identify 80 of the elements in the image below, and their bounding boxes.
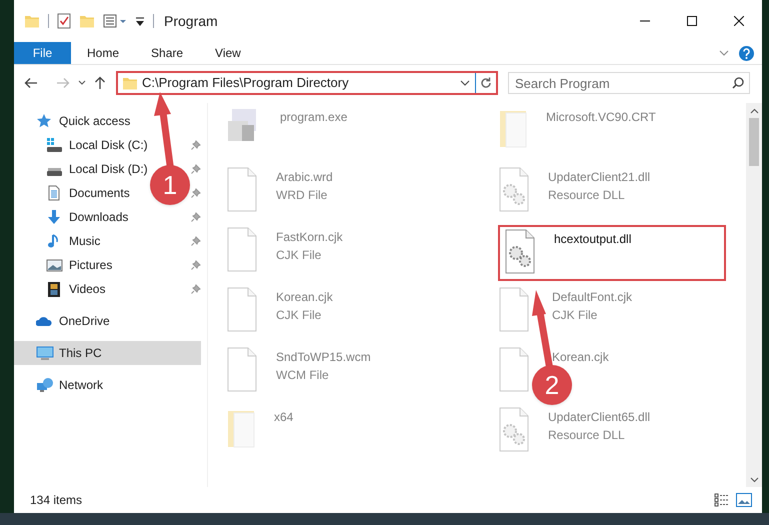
file-name[interactable]: hcextoutput.dll [554, 230, 632, 248]
network-icon [36, 377, 54, 393]
sidebar-item[interactable]: Downloads [14, 205, 128, 229]
file-name[interactable]: Microsoft.VC90.CRT [546, 108, 656, 126]
sidebar-item[interactable]: Documents [14, 181, 130, 205]
close-icon [734, 16, 744, 26]
ribbon-tab[interactable]: Home [71, 42, 136, 64]
file-item[interactable]: hcextoutput.dll [498, 225, 726, 281]
sidebar-item[interactable]: Music [14, 229, 100, 253]
ribbon-tab[interactable]: Share [135, 42, 200, 64]
file-name[interactable]: program.exe [280, 108, 348, 126]
file-name[interactable]: Arabic.wrd [276, 168, 333, 186]
chevron-down-icon[interactable] [460, 80, 470, 86]
gear-file-icon [498, 407, 530, 452]
expand-ribbon-icon[interactable] [719, 49, 729, 57]
properties-icon[interactable] [57, 13, 71, 29]
file-type: CJK File [552, 307, 598, 324]
pin-icon[interactable] [191, 188, 201, 198]
drive-icon [46, 137, 64, 153]
scroll-up-icon[interactable] [750, 108, 758, 114]
sidebar-item[interactable]: This PC [14, 341, 201, 365]
view-icon[interactable] [103, 13, 127, 29]
file-icon [226, 287, 258, 332]
sidebar-item[interactable]: Local Disk (D:) [14, 157, 148, 181]
recent-dropdown-icon[interactable] [78, 80, 86, 86]
details-view-icon[interactable] [714, 493, 730, 507]
large-icons-view-icon[interactable] [736, 493, 752, 507]
pin-icon[interactable] [191, 212, 201, 222]
drive-icon [47, 168, 63, 176]
pin-icon[interactable] [191, 236, 201, 246]
file-name[interactable]: SndToWP15.wcm [276, 348, 371, 366]
refresh-icon [480, 76, 492, 88]
file-type: Resource DLL [548, 187, 626, 204]
pin-icon[interactable] [191, 140, 201, 150]
search-icon[interactable] [732, 76, 744, 88]
file-icon [498, 287, 530, 332]
up-arrow-icon[interactable] [94, 76, 106, 90]
pin-icon[interactable] [191, 260, 201, 270]
gear-file-icon [504, 229, 536, 274]
file-icon [226, 167, 258, 212]
file-name[interactable]: Korean.cjk [276, 288, 333, 306]
file-type: Resource DLL [548, 427, 626, 444]
file-icon [226, 347, 258, 392]
file-name[interactable]: DefaultFont.cjk [552, 288, 632, 306]
ribbon-tab[interactable]: File [14, 42, 71, 64]
computer-icon [36, 345, 54, 361]
file-name[interactable]: FastKorn.cjk [276, 228, 343, 246]
address-path: C:\Program Files\Program Directory [142, 74, 350, 92]
file-name[interactable]: UpdaterClient65.dll [548, 408, 650, 426]
gear-file-icon [498, 167, 530, 212]
ribbon-tab[interactable]: View [199, 42, 257, 64]
file-type: WRD File [276, 187, 328, 204]
file-icon [226, 227, 258, 272]
file-type: CJK File [276, 307, 322, 324]
sidebar-item[interactable]: Pictures [14, 253, 112, 277]
scrollbar-thumb[interactable] [749, 118, 759, 166]
pin-icon[interactable] [191, 164, 201, 174]
file-icon [498, 347, 530, 392]
maximize-icon [686, 16, 696, 26]
file-name[interactable]: UpdaterClient21.dll [548, 168, 650, 186]
scroll-down-icon[interactable] [750, 477, 758, 483]
file-name[interactable]: x64 [274, 408, 294, 426]
sidebar-item[interactable]: OneDrive [14, 309, 110, 333]
address-bar[interactable]: C:\Program Files\Program Directory [116, 70, 498, 94]
search-field[interactable]: Search Program [508, 72, 750, 94]
help-icon[interactable] [739, 46, 754, 60]
forward-arrow-icon[interactable] [56, 76, 70, 88]
window-title: Program [164, 12, 218, 31]
picture-icon [46, 257, 64, 273]
item-count: 134 items [30, 492, 84, 509]
back-arrow-icon[interactable] [24, 76, 38, 88]
sidebar-item[interactable]: Local Disk (C:) [14, 133, 148, 157]
sidebar-item[interactable]: Quick access [14, 109, 130, 133]
customize-dropdown-icon[interactable] [135, 15, 145, 27]
sidebar-item[interactable]: Videos [14, 277, 106, 301]
sidebar-item[interactable]: Network [14, 373, 104, 397]
file-type: WCM File [276, 367, 330, 384]
file-name[interactable]: Korean.cjk [552, 348, 609, 366]
pin-icon[interactable] [191, 284, 201, 294]
file-type: CJK File [276, 247, 322, 264]
